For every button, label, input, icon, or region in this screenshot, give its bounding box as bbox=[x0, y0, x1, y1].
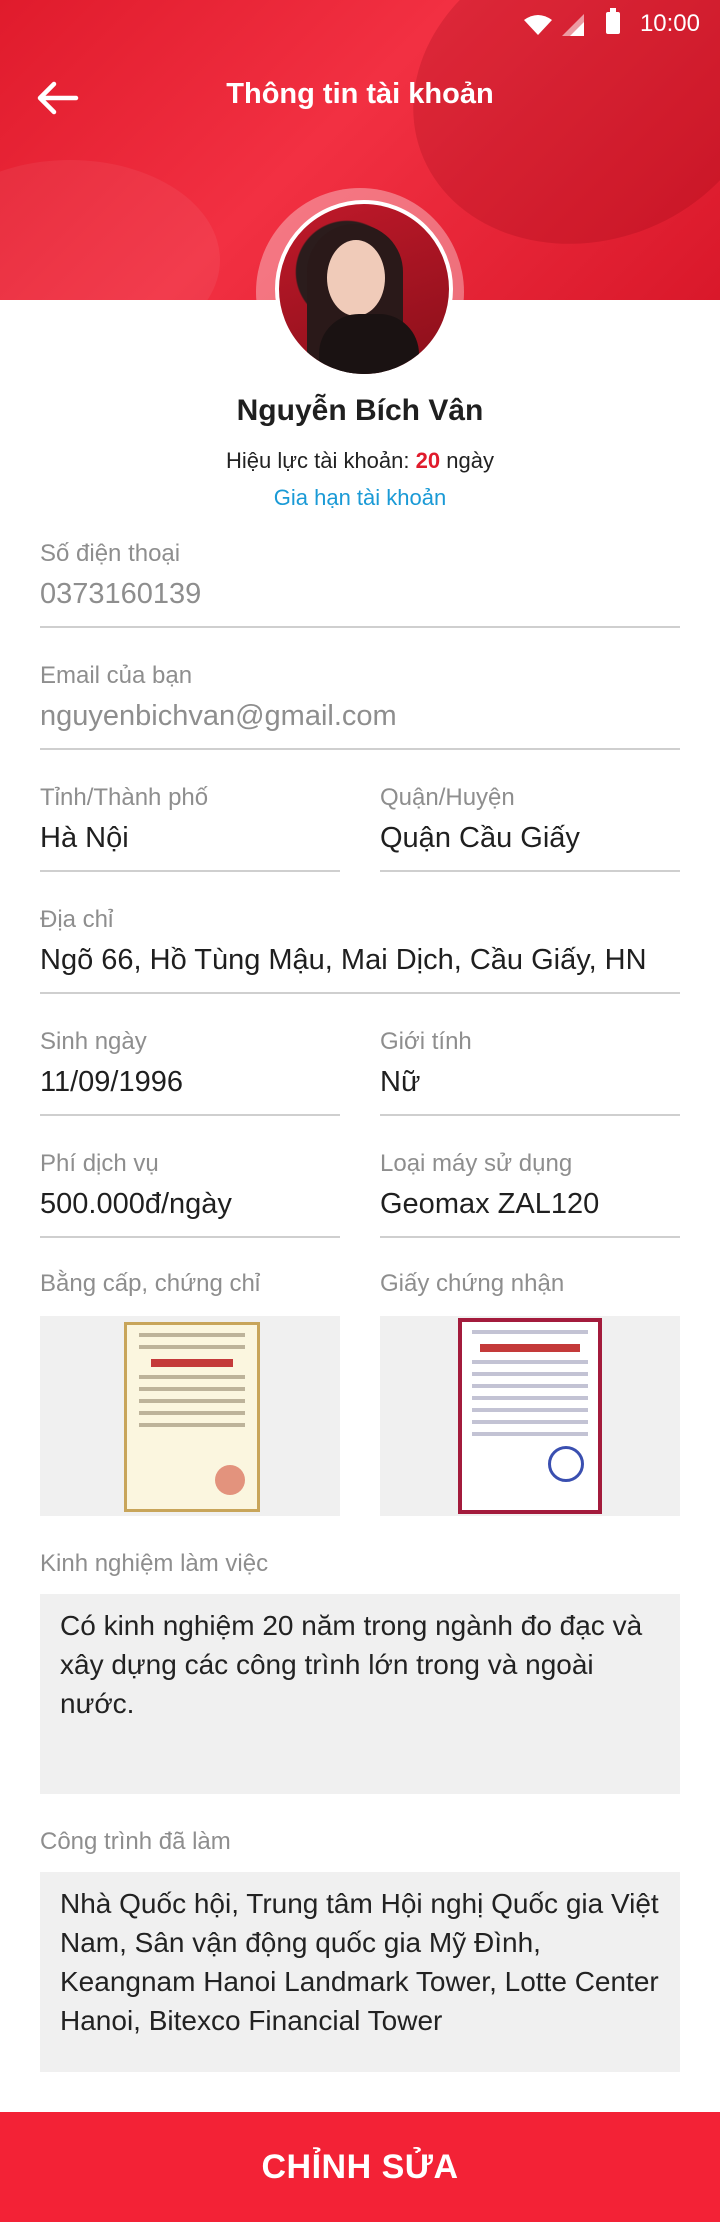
experience-textarea[interactable]: Có kinh nghiệm 20 năm trong ngành đo đạc… bbox=[40, 1594, 680, 1794]
gender-value: Nữ bbox=[380, 1066, 421, 1098]
seal-icon bbox=[215, 1465, 245, 1495]
renew-account-link[interactable]: Gia hạn tài khoản bbox=[0, 485, 720, 511]
experience-label: Kinh nghiệm làm việc bbox=[40, 1550, 269, 1577]
validity-unit: ngày bbox=[446, 448, 494, 473]
birthday-label: Sinh ngày bbox=[40, 1028, 147, 1055]
province-value: Hà Nội bbox=[40, 822, 129, 854]
field-underline bbox=[40, 1114, 340, 1116]
email-value: nguyenbichvan@gmail.com bbox=[40, 700, 397, 732]
projects-field: Công trình đã làm bbox=[40, 1828, 680, 1856]
battery-icon bbox=[606, 8, 620, 34]
device-value: Geomax ZAL120 bbox=[380, 1188, 600, 1220]
field-underline bbox=[40, 1236, 340, 1238]
gender-field[interactable]: Giới tính Nữ bbox=[380, 1028, 680, 1116]
certificate-thumbnail bbox=[458, 1318, 602, 1514]
page-title: Thông tin tài khoản bbox=[226, 78, 494, 110]
birthday-value: 11/09/1996 bbox=[40, 1066, 183, 1098]
field-underline bbox=[40, 870, 340, 872]
certificate-image[interactable] bbox=[380, 1316, 680, 1516]
email-field[interactable]: Email của bạn nguyenbichvan@gmail.com bbox=[40, 662, 680, 750]
wifi-icon bbox=[524, 15, 552, 35]
avatar-face bbox=[327, 240, 385, 316]
phone-field[interactable]: Số điện thoại 0373160139 bbox=[40, 540, 680, 628]
province-field[interactable]: Tỉnh/Thành phố Hà Nội bbox=[40, 784, 340, 872]
degrees-field: Bằng cấp, chứng chỉ bbox=[40, 1270, 340, 1298]
certificate-thumbnail bbox=[124, 1322, 260, 1512]
status-time: 10:00 bbox=[639, 10, 700, 37]
certificate-field: Giấy chứng nhận bbox=[380, 1270, 680, 1298]
service-fee-field[interactable]: Phí dịch vụ 500.000đ/ngày bbox=[40, 1150, 340, 1238]
header-background-shape bbox=[0, 160, 220, 300]
validity-days: 20 bbox=[415, 448, 441, 473]
gender-label: Giới tính bbox=[380, 1028, 472, 1055]
field-underline bbox=[380, 1114, 680, 1116]
address-field[interactable]: Địa chỉ Ngõ 66, Hồ Tùng Mậu, Mai Dịch, C… bbox=[40, 906, 680, 994]
edit-button[interactable]: CHỈNH SỬA bbox=[0, 2112, 720, 2222]
device-label: Loại máy sử dụng bbox=[380, 1150, 573, 1177]
email-label: Email của bạn bbox=[40, 662, 193, 689]
account-validity: Hiệu lực tài khoản: 20 ngày bbox=[0, 448, 720, 474]
phone-value: 0373160139 bbox=[40, 578, 202, 610]
service-fee-label: Phí dịch vụ bbox=[40, 1150, 159, 1177]
field-underline bbox=[40, 626, 680, 628]
avatar[interactable] bbox=[275, 200, 453, 378]
field-underline bbox=[40, 748, 680, 750]
field-underline bbox=[380, 870, 680, 872]
signal-icon bbox=[562, 14, 584, 36]
field-underline bbox=[380, 1236, 680, 1238]
district-label: Quận/Huyện bbox=[380, 784, 515, 811]
stamp-icon bbox=[548, 1446, 584, 1482]
projects-textarea[interactable]: Nhà Quốc hội, Trung tâm Hội nghị Quốc gi… bbox=[40, 1872, 680, 2072]
service-fee-value: 500.000đ/ngày bbox=[40, 1188, 232, 1220]
device-field[interactable]: Loại máy sử dụng Geomax ZAL120 bbox=[380, 1150, 680, 1238]
district-field[interactable]: Quận/Huyện Quận Cầu Giấy bbox=[380, 784, 680, 872]
province-label: Tỉnh/Thành phố bbox=[40, 784, 209, 811]
degree-image[interactable] bbox=[40, 1316, 340, 1516]
profile-name: Nguyễn Bích Vân bbox=[236, 394, 484, 427]
validity-label: Hiệu lực tài khoản: bbox=[226, 448, 410, 473]
address-label: Địa chỉ bbox=[40, 906, 114, 933]
avatar-body bbox=[319, 314, 419, 374]
district-value: Quận Cầu Giấy bbox=[380, 822, 580, 854]
certificate-label: Giấy chứng nhận bbox=[380, 1270, 565, 1297]
experience-field: Kinh nghiệm làm việc bbox=[40, 1550, 680, 1578]
phone-label: Số điện thoại bbox=[40, 540, 181, 567]
field-underline bbox=[40, 992, 680, 994]
projects-label: Công trình đã làm bbox=[40, 1828, 231, 1855]
birthday-field[interactable]: Sinh ngày 11/09/1996 bbox=[40, 1028, 340, 1116]
status-bar: 10:00 bbox=[0, 0, 720, 50]
degrees-label: Bằng cấp, chứng chỉ bbox=[40, 1270, 261, 1297]
address-value: Ngõ 66, Hồ Tùng Mậu, Mai Dịch, Cầu Giấy,… bbox=[40, 944, 647, 976]
